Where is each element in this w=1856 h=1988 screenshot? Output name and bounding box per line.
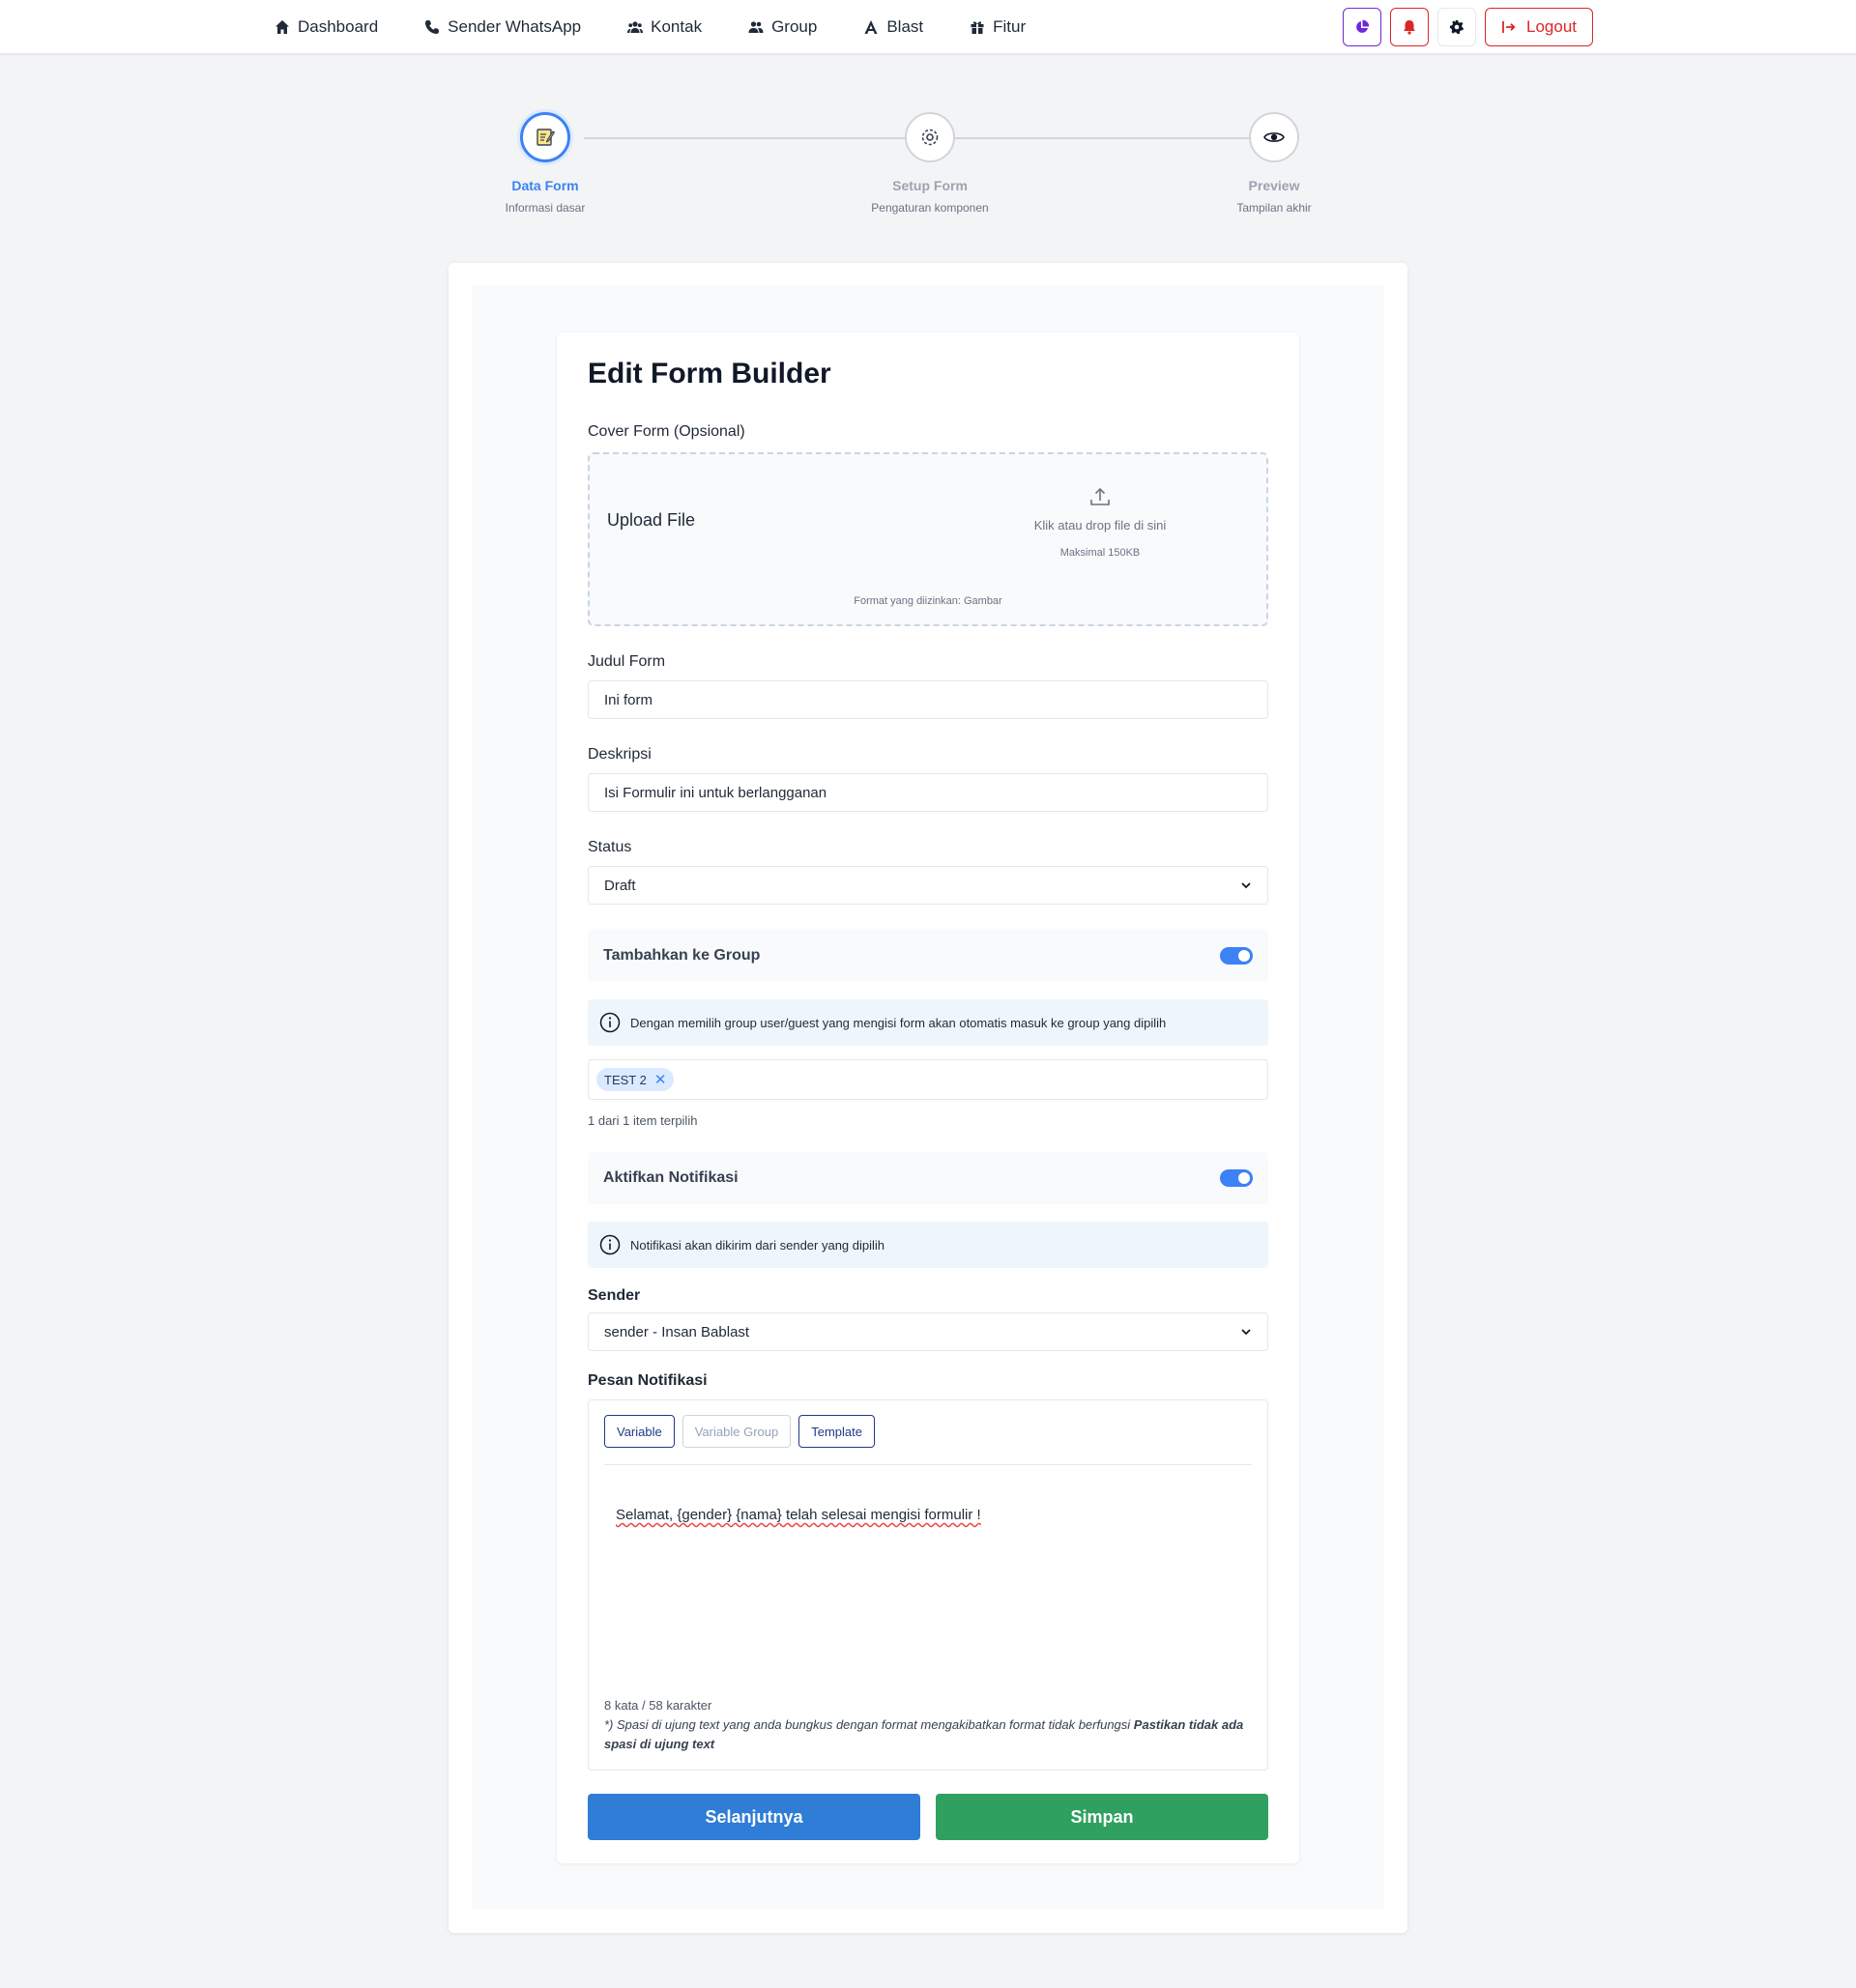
notif-toggle-label: Aktifkan Notifikasi	[603, 1169, 739, 1186]
nav-blast-label: Blast	[886, 17, 924, 36]
page-title: Edit Form Builder	[588, 358, 831, 389]
group-info-text: Dengan memilih group user/guest yang men…	[630, 1015, 1167, 1030]
nav-blast[interactable]: Blast	[863, 17, 923, 37]
settings-button[interactable]	[1437, 8, 1476, 46]
judul-input[interactable]: Ini form	[588, 680, 1268, 719]
status-select[interactable]: Draft	[588, 866, 1268, 905]
group-info-box: Dengan memilih group user/guest yang men…	[588, 999, 1268, 1046]
sender-select[interactable]: sender - Insan Bablast	[588, 1312, 1268, 1351]
group-tag-label: TEST 2	[604, 1072, 647, 1087]
editor-divider	[604, 1464, 1252, 1465]
info-icon	[599, 1234, 621, 1255]
judul-label: Judul Form	[588, 653, 666, 670]
nav-fitur-label: Fitur	[993, 17, 1027, 36]
blast-icon	[864, 20, 878, 34]
theme-toggle-button[interactable]	[1343, 8, 1381, 46]
nav-links: Dashboard Sender WhatsApp Kontak Group B…	[275, 0, 1072, 54]
nav-sender-whatsapp[interactable]: Sender WhatsApp	[424, 17, 581, 37]
gear-icon	[921, 129, 939, 146]
nav-kontak-label: Kontak	[651, 17, 703, 36]
nav-group[interactable]: Group	[748, 17, 817, 37]
step-preview[interactable]: Preview Tampilan akhir	[1177, 112, 1371, 215]
chevron-down-icon	[1241, 1329, 1251, 1336]
logout-icon	[1502, 21, 1516, 33]
gift-icon	[971, 21, 984, 34]
step-preview-title: Preview	[1248, 178, 1300, 193]
group-toggle-label: Tambahkan ke Group	[603, 947, 761, 964]
group-tag: TEST 2 ✕	[596, 1068, 675, 1091]
step-data-form[interactable]: Data Form Informasi dasar	[449, 112, 642, 215]
home-icon	[276, 20, 289, 34]
form-stepper: Data Form Informasi dasar Setup Form Pen…	[506, 112, 1315, 228]
variable-button[interactable]: Variable	[604, 1415, 675, 1448]
word-count: 8 kata / 58 karakter	[604, 1698, 712, 1713]
group-selected-count: 1 dari 1 item terpilih	[588, 1113, 698, 1128]
status-label: Status	[588, 839, 632, 855]
group-toggle-switch[interactable]	[1220, 947, 1253, 965]
deskripsi-label: Deskripsi	[588, 746, 652, 763]
step-setup-form-circle[interactable]	[905, 112, 955, 162]
step-setup-form-subtitle: Pengaturan komponen	[871, 201, 989, 215]
pie-chart-icon	[1356, 19, 1370, 33]
upload-hint: Klik atau drop file di sini	[1033, 518, 1167, 533]
nav-kontak[interactable]: Kontak	[627, 17, 702, 37]
sender-label: Sender	[588, 1287, 641, 1304]
sender-value: sender - Insan Bablast	[604, 1323, 750, 1340]
upload-format: Format yang diizinkan: Gambar	[854, 595, 1002, 607]
nav-actions: Logout	[1343, 8, 1593, 46]
upload-icon	[1090, 487, 1110, 505]
chevron-down-icon	[1241, 882, 1251, 889]
step-data-form-title: Data Form	[511, 178, 579, 193]
logout-button[interactable]: Logout	[1485, 8, 1593, 46]
contacts-icon	[627, 21, 644, 33]
cover-upload-dropzone[interactable]: Upload File Klik atau drop file di sini …	[588, 452, 1268, 626]
pesan-label: Pesan Notifikasi	[588, 1372, 708, 1389]
step-data-form-subtitle: Informasi dasar	[505, 201, 586, 215]
eye-icon	[1263, 132, 1285, 142]
step-preview-circle[interactable]	[1249, 112, 1299, 162]
template-button[interactable]: Template	[798, 1415, 875, 1448]
phone-icon	[425, 20, 440, 34]
nav-sender-whatsapp-label: Sender WhatsApp	[448, 17, 582, 36]
step-preview-subtitle: Tampilan akhir	[1236, 201, 1312, 215]
notif-info-box: Notifikasi akan dikirim dari sender yang…	[588, 1222, 1268, 1268]
group-icon	[748, 21, 764, 33]
gear-icon	[1449, 20, 1464, 35]
remove-tag-icon[interactable]: ✕	[654, 1073, 667, 1087]
variable-group-button[interactable]: Variable Group	[682, 1415, 792, 1448]
notification-button[interactable]	[1390, 8, 1429, 46]
logout-label: Logout	[1526, 17, 1577, 36]
step-setup-form-title: Setup Form	[892, 178, 968, 193]
next-button[interactable]: Selanjutnya	[588, 1794, 920, 1840]
upload-title: Upload File	[607, 510, 696, 530]
edit-note-icon	[536, 129, 556, 146]
editor-toolbar: Variable Variable Group Template	[604, 1415, 875, 1448]
deskripsi-input[interactable]: Isi Formulir ini untuk berlangganan	[588, 773, 1268, 812]
notif-info-text: Notifikasi akan dikirim dari sender yang…	[630, 1237, 885, 1253]
judul-value: Ini form	[604, 691, 653, 708]
save-button[interactable]: Simpan	[936, 1794, 1268, 1840]
form-card: Edit Form Builder Cover Form (Opsional) …	[557, 332, 1299, 1863]
top-navbar: Dashboard Sender WhatsApp Kontak Group B…	[0, 0, 1856, 54]
cover-label: Cover Form (Opsional)	[588, 423, 745, 440]
nav-fitur[interactable]: Fitur	[970, 17, 1026, 37]
notif-toggle-row: Aktifkan Notifikasi	[588, 1152, 1268, 1204]
message-textarea[interactable]: Selamat, {gender} {nama} telah selesai m…	[616, 1507, 981, 1523]
format-note: *) Spasi di ujung text yang anda bungkus…	[604, 1715, 1252, 1754]
group-multiselect[interactable]: TEST 2 ✕	[588, 1059, 1268, 1100]
deskripsi-value: Isi Formulir ini untuk berlangganan	[604, 784, 827, 801]
nav-dashboard[interactable]: Dashboard	[275, 17, 378, 37]
step-data-form-circle[interactable]	[520, 112, 570, 162]
group-toggle-row: Tambahkan ke Group	[588, 930, 1268, 982]
bell-icon	[1404, 20, 1415, 35]
info-icon	[599, 1012, 621, 1033]
nav-group-label: Group	[771, 17, 818, 36]
notif-toggle-switch[interactable]	[1220, 1169, 1253, 1187]
message-editor: Variable Variable Group Template Selamat…	[588, 1399, 1268, 1771]
upload-max-size: Maksimal 150KB	[1059, 547, 1141, 559]
format-note-text: *) Spasi di ujung text yang anda bungkus…	[604, 1717, 1134, 1732]
step-setup-form[interactable]: Setup Form Pengaturan komponen	[833, 112, 1027, 215]
nav-dashboard-label: Dashboard	[298, 17, 379, 36]
status-value: Draft	[604, 877, 636, 894]
